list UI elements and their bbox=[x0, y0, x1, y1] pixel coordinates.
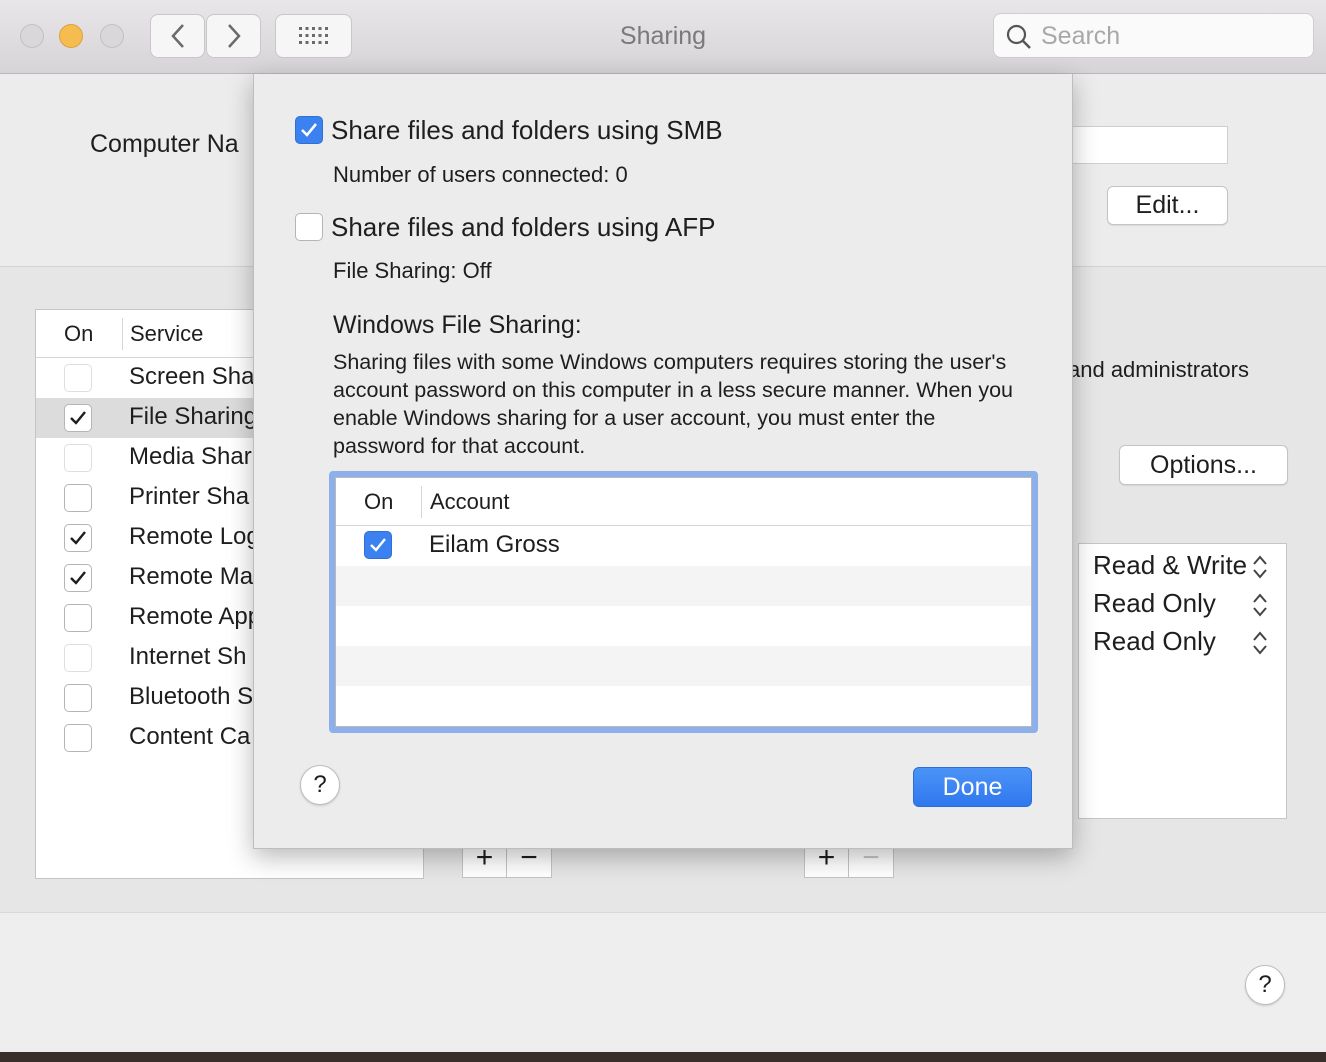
afp-label: Share files and folders using AFP bbox=[331, 212, 716, 242]
afp-checkbox[interactable] bbox=[295, 213, 323, 241]
col-service-header: Service bbox=[130, 321, 204, 346]
service-checkbox[interactable] bbox=[64, 444, 92, 472]
up-down-arrows-icon bbox=[1253, 631, 1267, 655]
service-checkbox[interactable] bbox=[64, 724, 92, 752]
permissions-list: Read & Write Read Only Read Only bbox=[1078, 543, 1287, 819]
service-checkbox[interactable] bbox=[64, 484, 92, 512]
permission-popup[interactable]: Read Only bbox=[1093, 626, 1278, 657]
empty-row bbox=[336, 686, 1031, 726]
up-down-arrows-icon bbox=[1253, 593, 1267, 617]
title-bar: Sharing Search bbox=[0, 0, 1326, 74]
smb-status: Number of users connected: 0 bbox=[333, 162, 628, 187]
footer bbox=[0, 912, 1326, 1052]
accounts-table-focus: On Account Eilam Gross bbox=[329, 471, 1038, 733]
options-button[interactable]: Options... bbox=[1119, 445, 1288, 485]
done-button[interactable]: Done bbox=[913, 767, 1032, 807]
help-button[interactable]: ? bbox=[1245, 965, 1285, 1005]
sheet-help-button[interactable]: ? bbox=[300, 765, 340, 805]
service-label: File Sharing bbox=[129, 403, 258, 430]
checkmark-icon bbox=[70, 411, 86, 425]
search-input[interactable]: Search bbox=[993, 13, 1314, 58]
service-label: Remote App bbox=[129, 603, 262, 630]
desktop-background bbox=[0, 1052, 1326, 1062]
empty-row bbox=[336, 646, 1031, 686]
edit-button[interactable]: Edit... bbox=[1107, 186, 1228, 225]
permission-popup[interactable]: Read Only bbox=[1093, 588, 1278, 619]
service-label: Bluetooth S bbox=[129, 683, 254, 710]
permission-label: Read Only bbox=[1093, 588, 1216, 618]
file-sharing-options-sheet: Share files and folders using SMB Number… bbox=[253, 74, 1073, 849]
service-checkbox[interactable] bbox=[64, 404, 92, 432]
afp-status: File Sharing: Off bbox=[333, 258, 492, 283]
checkmark-icon bbox=[301, 123, 318, 137]
service-checkbox[interactable] bbox=[64, 364, 92, 392]
computer-name-field[interactable] bbox=[1060, 126, 1228, 164]
service-label: Internet Sh bbox=[129, 643, 247, 670]
col-on-header: On bbox=[364, 489, 394, 514]
service-label: Content Ca bbox=[129, 723, 251, 750]
permission-popup[interactable]: Read & Write bbox=[1093, 550, 1278, 581]
computer-name-label: Computer Na bbox=[90, 130, 239, 158]
account-checkbox[interactable] bbox=[364, 531, 392, 559]
checkmark-icon bbox=[70, 531, 86, 545]
service-label: Remote Log bbox=[129, 523, 260, 550]
search-placeholder: Search bbox=[1041, 22, 1121, 50]
checkmark-icon bbox=[370, 538, 386, 552]
accounts-table: On Account Eilam Gross bbox=[335, 477, 1032, 727]
account-row[interactable]: Eilam Gross bbox=[336, 526, 1031, 566]
search-icon bbox=[1006, 24, 1031, 49]
service-label: Screen Sha bbox=[129, 363, 255, 390]
permission-label: Read & Write bbox=[1093, 550, 1248, 580]
smb-label: Share files and folders using SMB bbox=[331, 115, 723, 145]
account-name: Eilam Gross bbox=[429, 531, 560, 558]
permission-label: Read Only bbox=[1093, 626, 1216, 656]
service-checkbox[interactable] bbox=[64, 524, 92, 552]
checkmark-icon bbox=[70, 571, 86, 585]
col-on-header: On bbox=[64, 321, 94, 346]
up-down-arrows-icon bbox=[1253, 555, 1267, 579]
col-account-header: Account bbox=[430, 489, 510, 514]
service-label: Printer Sha bbox=[129, 483, 250, 510]
service-checkbox[interactable] bbox=[64, 604, 92, 632]
accounts-table-header: On Account bbox=[336, 478, 1031, 526]
windows-sharing-description: Sharing files with some Windows computer… bbox=[333, 350, 1013, 458]
service-checkbox[interactable] bbox=[64, 564, 92, 592]
service-checkbox[interactable] bbox=[64, 684, 92, 712]
empty-row bbox=[336, 606, 1031, 646]
smb-checkbox[interactable] bbox=[295, 116, 323, 144]
service-label: Remote Ma bbox=[129, 563, 254, 590]
service-checkbox[interactable] bbox=[64, 644, 92, 672]
access-note: and administrators bbox=[1068, 357, 1249, 382]
windows-sharing-heading: Windows File Sharing: bbox=[333, 311, 582, 339]
empty-row bbox=[336, 566, 1031, 606]
service-label: Media Shar bbox=[129, 443, 252, 470]
